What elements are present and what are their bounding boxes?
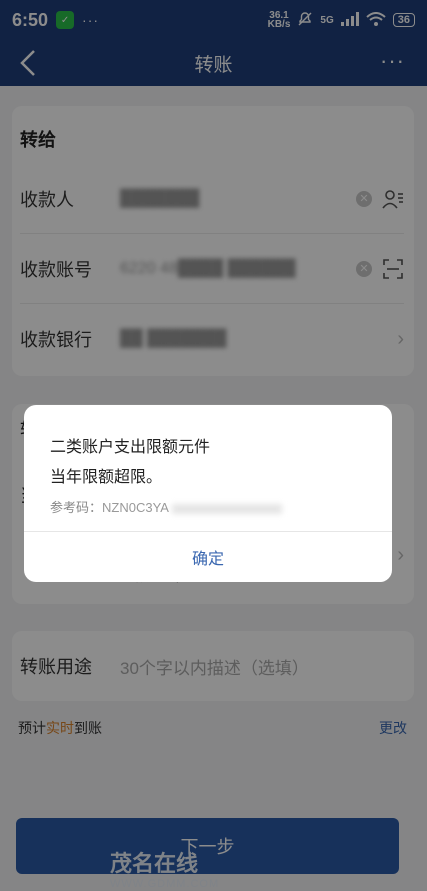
dialog-message-line1: 二类账户支出限额元件 bbox=[50, 439, 211, 456]
dialog-confirm-button[interactable]: 确定 bbox=[24, 532, 392, 582]
dialog-ref-value: NZN0C3YA bbox=[102, 500, 169, 515]
dialog-ref-label: 参考码： bbox=[50, 500, 103, 515]
dialog-message-line2: 当年限额超限。 bbox=[50, 469, 163, 486]
dialog-reference: 参考码：NZN0C3YA bbox=[50, 497, 282, 516]
alert-dialog: 二类账户支出限额元件 当年限额超限。 参考码：NZN0C3YA 确定 bbox=[24, 405, 392, 582]
dialog-ref-redacted bbox=[171, 503, 282, 514]
